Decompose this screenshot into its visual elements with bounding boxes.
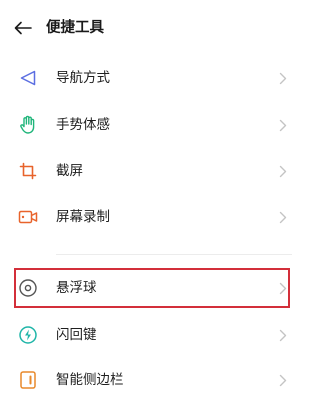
menu-item-label: 手势体感 — [56, 117, 110, 133]
menu-item-screen-record[interactable]: 屏幕录制 — [0, 197, 310, 237]
menu-item-flashback-key[interactable]: 闪回键 — [0, 315, 310, 355]
flashback-lightning-icon — [17, 324, 39, 346]
menu-item-navigation[interactable]: 导航方式 — [0, 58, 310, 98]
menu-item-gestures[interactable]: 手势体感 — [0, 105, 310, 145]
chevron-right-icon — [278, 328, 288, 342]
menu-item-label: 导航方式 — [56, 70, 110, 86]
menu-item-label: 闪回键 — [56, 327, 97, 343]
chevron-right-icon — [278, 164, 288, 178]
crop-screenshot-icon — [17, 160, 39, 182]
hand-gesture-icon — [17, 114, 39, 136]
header-bar: 便捷工具 — [0, 0, 310, 56]
menu-item-screenshot[interactable]: 截屏 — [0, 151, 310, 191]
menu-item-smart-sidebar[interactable]: 智能侧边栏 — [0, 360, 310, 399]
chevron-right-icon — [278, 118, 288, 132]
chevron-right-icon — [278, 373, 288, 387]
smart-sidebar-icon — [17, 369, 39, 391]
screen-record-icon — [17, 206, 39, 228]
back-button[interactable] — [12, 17, 34, 39]
menu-item-label: 悬浮球 — [56, 280, 97, 296]
floating-ball-icon — [17, 277, 39, 299]
menu-item-label: 智能侧边栏 — [56, 372, 124, 388]
section-divider — [56, 254, 292, 255]
menu-item-label: 屏幕录制 — [56, 209, 110, 225]
chevron-right-icon — [278, 281, 288, 295]
menu-item-label: 截屏 — [56, 163, 83, 179]
navigation-triangle-icon — [17, 67, 39, 89]
chevron-right-icon — [278, 210, 288, 224]
page-title: 便捷工具 — [46, 20, 104, 36]
back-arrow-icon — [14, 21, 32, 35]
settings-screen: 便捷工具 导航方式 手势体感 截屏 屏幕录制 悬浮球 闪回键 智能侧边栏 — [0, 0, 310, 399]
chevron-right-icon — [278, 71, 288, 85]
menu-item-floating-ball[interactable]: 悬浮球 — [0, 268, 310, 308]
